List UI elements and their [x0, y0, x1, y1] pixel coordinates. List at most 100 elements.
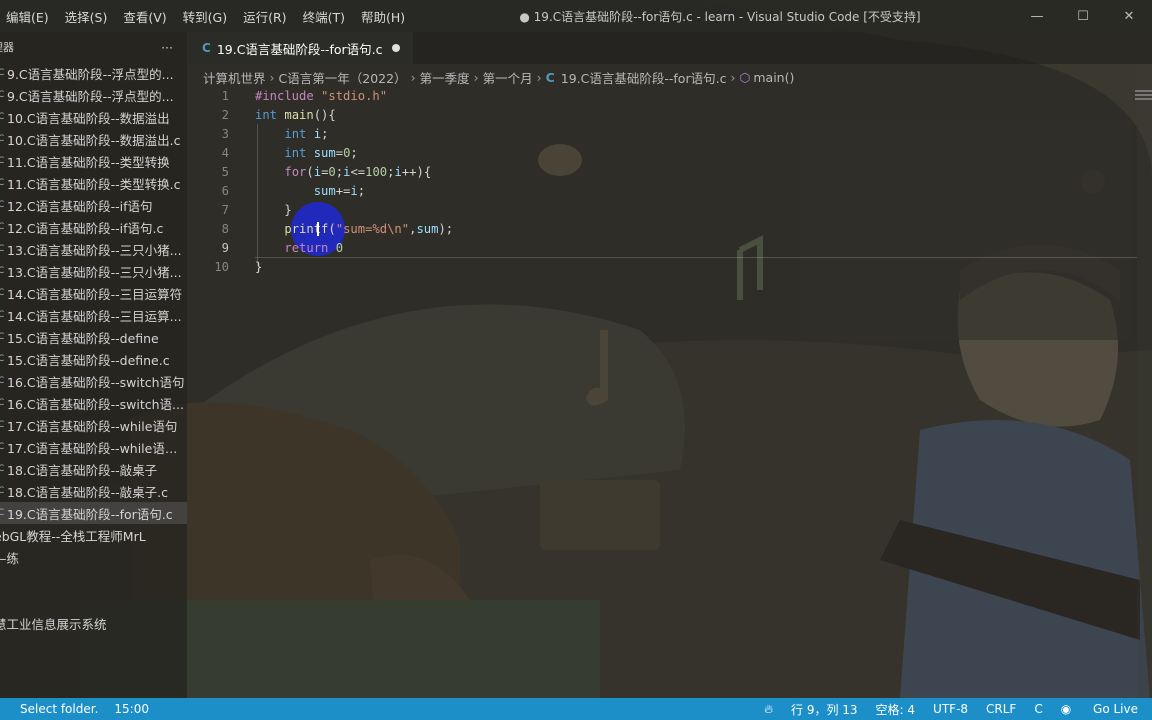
- sidebar-file-label: 13.C语言基础阶段--三只小猪...: [7, 264, 182, 280]
- token: ;: [321, 126, 329, 141]
- token: i: [313, 164, 322, 179]
- sidebar-file-item[interactable]: C 12.C语言基础阶段--if语句: [0, 194, 187, 216]
- code-line[interactable]: 7 }: [187, 200, 1137, 219]
- token: main: [284, 107, 314, 122]
- sidebar-folder-item[interactable]: —练: [0, 546, 187, 568]
- sidebar-file-label: 11.C语言基础阶段--类型转换.c: [7, 176, 181, 192]
- sidebar-file-label: 16.C语言基础阶段--switch语...: [7, 396, 184, 412]
- minimize-icon[interactable]: —: [1014, 0, 1060, 32]
- sidebar-file-item[interactable]: C 9.C语言基础阶段--浮点型的...: [0, 84, 187, 106]
- menu-run[interactable]: 运行(R): [235, 7, 294, 26]
- c-file-icon: C: [0, 178, 5, 188]
- sidebar-folder-item[interactable]: [0, 568, 187, 590]
- sidebar-file-item[interactable]: C 10.C语言基础阶段--数据溢出.c: [0, 128, 187, 150]
- sidebar-folder-label: —练: [0, 550, 20, 566]
- menu-view[interactable]: 查看(V): [115, 7, 174, 26]
- close-icon[interactable]: ✕: [1106, 0, 1152, 32]
- token: }: [284, 202, 292, 217]
- go-live-button[interactable]: ◉ Go Live: [1061, 702, 1138, 716]
- sidebar-file-item[interactable]: C 15.C语言基础阶段--define.c: [0, 348, 187, 370]
- menu-bar: 编辑(E) 选择(S) 查看(V) 转到(G) 运行(R) 终端(T) 帮助(H…: [0, 7, 413, 26]
- code-line[interactable]: 5 for(i=0;i<=100;i++){: [187, 162, 1137, 181]
- code-line[interactable]: 3 int i;: [187, 124, 1137, 143]
- sidebar-file-item[interactable]: C 10.C语言基础阶段--数据溢出: [0, 106, 187, 128]
- code-line[interactable]: 2 int main(){: [187, 105, 1137, 124]
- indentation[interactable]: 空格: 4: [876, 701, 916, 718]
- sidebar-file-item[interactable]: C 19.C语言基础阶段--for语句.c: [0, 502, 187, 524]
- function-symbol-icon: ⬡: [739, 69, 751, 85]
- c-file-icon: C: [0, 90, 5, 100]
- sidebar-file-item[interactable]: C 18.C语言基础阶段--敲桌子: [0, 458, 187, 480]
- breadcrumb-item[interactable]: 第一个月: [483, 68, 533, 87]
- sidebar-file-item[interactable]: C 16.C语言基础阶段--switch语...: [0, 392, 187, 414]
- sidebar-file-item[interactable]: C 17.C语言基础阶段--while语句.c: [0, 436, 187, 458]
- menu-help[interactable]: 帮助(H): [353, 7, 413, 26]
- token: i: [313, 126, 322, 141]
- token: #include: [255, 88, 314, 103]
- c-file-icon: C: [0, 244, 5, 254]
- language-mode[interactable]: C: [1034, 702, 1042, 716]
- minimap[interactable]: [1135, 88, 1152, 108]
- sidebar-file-label: 14.C语言基础阶段--三目运算...: [7, 308, 182, 324]
- sidebar-file-item[interactable]: C 9.C语言基础阶段--浮点型的...: [0, 62, 187, 84]
- unsaved-dot-icon[interactable]: [392, 44, 401, 52]
- sidebar-file-item[interactable]: C 15.C语言基础阶段--define: [0, 326, 187, 348]
- code-line[interactable]: 10}: [187, 257, 1137, 276]
- sidebar-folder-label: ebGL教程--全栈工程师MrL: [0, 528, 146, 544]
- menu-go[interactable]: 转到(G): [175, 7, 235, 26]
- sidebar-file-item[interactable]: C 14.C语言基础阶段--三目运算符: [0, 282, 187, 304]
- breadcrumb-item[interactable]: C语言第一年（2022）: [279, 68, 407, 87]
- sidebar-file-item[interactable]: C 11.C语言基础阶段--类型转换: [0, 150, 187, 172]
- select-folder-status[interactable]: Select folder.: [20, 702, 98, 716]
- c-file-icon: C: [0, 398, 5, 408]
- token: ;: [335, 164, 344, 179]
- code-line[interactable]: 4 int sum=0;: [187, 143, 1137, 162]
- code-line[interactable]: 6 sum+=i;: [187, 181, 1137, 200]
- sidebar-file-item[interactable]: C 16.C语言基础阶段--switch语句: [0, 370, 187, 392]
- token: ;: [357, 183, 366, 198]
- line-number: 1: [221, 88, 229, 103]
- breadcrumb-item[interactable]: 计算机世界: [203, 68, 266, 87]
- c-file-icon: C: [0, 68, 5, 78]
- sidebar-file-item[interactable]: C 17.C语言基础阶段--while语句: [0, 414, 187, 436]
- chevron-right-icon: ›: [473, 69, 479, 85]
- sidebar-file-item[interactable]: C 13.C语言基础阶段--三只小猪...: [0, 238, 187, 260]
- token: <=: [350, 164, 366, 179]
- maximize-icon[interactable]: ☐: [1060, 0, 1106, 32]
- menu-terminal[interactable]: 终端(T): [295, 7, 353, 26]
- breadcrumb-item[interactable]: 第一季度: [420, 68, 470, 87]
- code-editor[interactable]: 1 #include "stdio.h" 2 int main(){ 3 int i…: [187, 86, 1137, 276]
- code-line[interactable]: 1 #include "stdio.h": [187, 86, 1137, 105]
- breadcrumb-item[interactable]: main(): [753, 70, 794, 85]
- menu-selection[interactable]: 选择(S): [57, 7, 116, 26]
- sidebar-file-label: 14.C语言基础阶段--三目运算符: [7, 286, 183, 302]
- vertical-scrollbar[interactable]: [1137, 64, 1152, 698]
- flame-icon[interactable]: 🔥︎: [764, 702, 773, 717]
- sidebar-file-item[interactable]: C 18.C语言基础阶段--敲桌子.c: [0, 480, 187, 502]
- token: return: [284, 240, 329, 255]
- sidebar-folder-item[interactable]: 慧工业信息展示系统: [0, 612, 187, 634]
- breadcrumb-item[interactable]: 19.C语言基础阶段--for语句.c: [561, 68, 727, 87]
- sidebar-file-item[interactable]: C 14.C语言基础阶段--三目运算...: [0, 304, 187, 326]
- menu-edit[interactable]: 编辑(E): [0, 7, 57, 26]
- line-ending[interactable]: CRLF: [986, 702, 1016, 716]
- window-controls: — ☐ ✕: [1014, 0, 1152, 32]
- tab-active-file[interactable]: C 19.C语言基础阶段--for语句.c: [187, 32, 413, 64]
- sidebar-folder-item[interactable]: [0, 590, 187, 612]
- token: }: [255, 259, 263, 274]
- sidebar-folder-item[interactable]: ebGL教程--全栈工程师MrL: [0, 524, 187, 546]
- sidebar-file-item[interactable]: C 12.C语言基础阶段--if语句.c: [0, 216, 187, 238]
- cursor-position[interactable]: 行 9，列 13: [791, 701, 858, 718]
- code-line-current[interactable]: 9 return 0: [187, 238, 1137, 257]
- chevron-right-icon: ›: [410, 69, 416, 85]
- sidebar-file-item[interactable]: C 11.C语言基础阶段--类型转换.c: [0, 172, 187, 194]
- more-actions-icon[interactable]: ···: [161, 40, 173, 55]
- token: sum: [313, 183, 336, 198]
- sidebar-file-item[interactable]: C 13.C语言基础阶段--三只小猪...: [0, 260, 187, 282]
- sidebar-file-label: 11.C语言基础阶段--类型转换: [7, 154, 170, 170]
- chevron-right-icon: ›: [536, 69, 542, 85]
- token: (){: [313, 107, 336, 122]
- token: i: [394, 164, 402, 179]
- encoding[interactable]: UTF-8: [933, 702, 968, 716]
- code-line[interactable]: 8 printf("sum=%d\n",sum);: [187, 219, 1137, 238]
